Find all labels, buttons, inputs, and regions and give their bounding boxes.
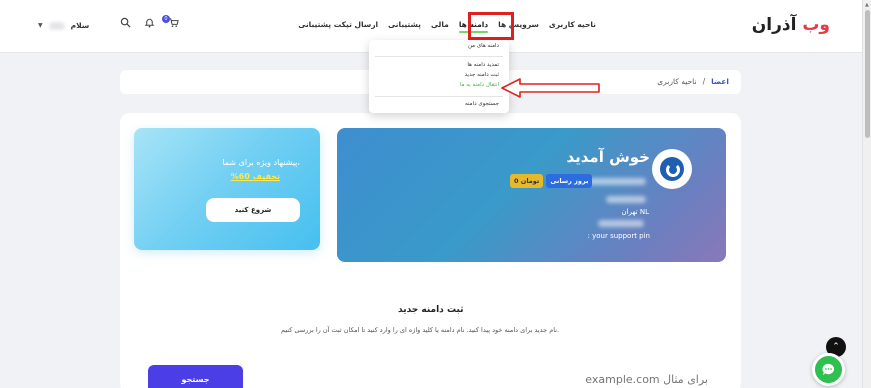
register-domain-description: نام جدید برای دامنه خود پیدا کنید. نام د… xyxy=(281,326,560,334)
greeting-text: سلام xyxy=(70,21,90,30)
chevron-up-icon: ⌃ xyxy=(832,342,840,352)
annotation-arrow-icon xyxy=(501,78,600,98)
chat-bubble-icon xyxy=(822,363,835,376)
breadcrumb-separator: / xyxy=(702,77,706,86)
annotation-highlight-box xyxy=(468,12,514,40)
page-scrollbar[interactable]: ▲ xyxy=(862,0,871,388)
welcome-panel: خوش آمدید 0 تومان بروز رسانی تهران NL : … xyxy=(337,128,726,262)
menu-item-my-domains[interactable]: دامنه های من xyxy=(468,43,499,49)
menu-item-renew-domains[interactable]: تمدید دامنه ها xyxy=(467,62,499,68)
domain-search-button[interactable]: جستجو xyxy=(148,365,243,388)
menu-item-domain-search[interactable]: جستجوی دامنه xyxy=(465,101,499,107)
domains-dropdown-menu: دامنه های من تمدید دامنه ها ثبت دامنه جد… xyxy=(369,40,509,113)
user-menu[interactable]: ▼ سلام xyxy=(38,21,89,30)
nav-support[interactable]: پشتیبانی xyxy=(388,20,421,29)
breadcrumb-current: ناحیه کاربری xyxy=(657,77,697,86)
header-icons xyxy=(120,17,179,28)
domain-search-row: جستجو xyxy=(148,365,718,388)
offer-text: پیشنهاد ویژه برای شما، xyxy=(222,158,300,167)
chat-widget-button[interactable] xyxy=(812,353,845,386)
blurred-info-1 xyxy=(606,196,646,203)
menu-item-transfer-domain[interactable]: انتقال دامنه به ما xyxy=(460,82,499,88)
blurred-info-2 xyxy=(598,220,644,227)
offer-discount[interactable]: %60 تخفیف xyxy=(231,172,280,181)
blurred-username xyxy=(588,178,646,185)
menu-divider xyxy=(375,56,503,57)
site-logo[interactable]: وب آذران xyxy=(752,15,830,35)
menu-divider xyxy=(375,96,503,97)
cart-count-badge: 0 xyxy=(162,15,170,23)
nav-finance[interactable]: مالی xyxy=(431,20,449,29)
register-domain-title-text: ثبت دامنه جدید xyxy=(398,305,464,315)
logo-text: آذران xyxy=(751,15,797,35)
scrollbar-thumb[interactable] xyxy=(865,10,870,138)
scroll-up-icon[interactable]: ▲ xyxy=(865,2,869,8)
search-icon[interactable] xyxy=(120,17,131,28)
user-avatar-icon xyxy=(652,149,692,189)
account-actions: 0 تومان بروز رسانی xyxy=(510,174,593,188)
special-offer-card: پیشنهاد ویژه برای شما، %60 تخفیف شروع کن… xyxy=(134,128,320,250)
offer-start-button[interactable]: شروع کنید xyxy=(206,198,300,222)
bell-icon[interactable] xyxy=(144,17,155,28)
support-pin-label: : your support pin xyxy=(587,232,650,240)
nav-user-area[interactable]: ناحیه کاربری xyxy=(549,20,596,29)
welcome-title: خوش آمدید xyxy=(566,148,650,166)
nav-open-ticket[interactable]: ارسال تیکت پشتیبانی xyxy=(298,20,378,29)
domain-search-input[interactable] xyxy=(258,367,708,388)
main-nav: ناحیه کاربری سرویس ها دامنه ها مالی پشتی… xyxy=(298,20,596,33)
user-city: تهران NL xyxy=(621,208,650,216)
menu-item-register-domain[interactable]: ثبت دامنه جدید xyxy=(465,72,499,78)
chevron-down-icon: ▼ xyxy=(38,22,43,29)
username-blurred xyxy=(48,21,65,30)
credit-badge: 0 تومان xyxy=(510,174,544,188)
breadcrumb-home[interactable]: اعضا xyxy=(711,77,729,86)
logo-accent: وب xyxy=(802,15,830,35)
renew-button[interactable]: بروز رسانی xyxy=(546,174,593,188)
